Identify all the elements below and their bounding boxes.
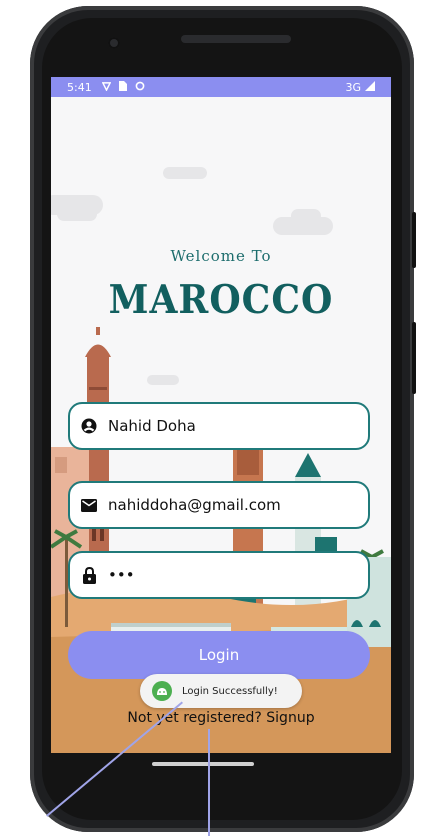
signal-icon: [365, 80, 375, 94]
wifi-icon: [101, 81, 111, 94]
cloud-decoration: [163, 167, 207, 179]
email-input[interactable]: [108, 496, 348, 514]
name-input[interactable]: [108, 417, 348, 435]
lock-icon: [80, 566, 98, 584]
account-circle-icon: [80, 417, 98, 435]
password-field[interactable]: [68, 551, 370, 599]
front-camera: [108, 37, 120, 49]
volume-button: [412, 212, 416, 268]
earpiece-speaker: [181, 35, 291, 43]
name-field[interactable]: [68, 402, 370, 450]
email-field[interactable]: [68, 481, 370, 529]
power-button: [412, 322, 416, 394]
login-button[interactable]: Login: [68, 631, 370, 679]
status-bar: 5:41 3G: [51, 77, 391, 97]
nav-bar: [51, 753, 391, 793]
status-time: 5:41: [67, 80, 92, 94]
network-type: 3G: [345, 80, 361, 94]
login-toast: Login Successfully!: [140, 674, 302, 708]
password-input[interactable]: [108, 566, 348, 584]
signup-link[interactable]: Not yet registered? Signup: [51, 710, 391, 726]
home-gesture-bar[interactable]: [152, 762, 254, 766]
mail-icon: [80, 496, 98, 514]
android-icon: [152, 681, 172, 701]
app-screen: 5:41 3G Welcome To MAROCCO Nahid Doha na…: [51, 77, 391, 753]
data-saver-icon: [135, 81, 145, 94]
brand-title: MAROCCO: [108, 276, 334, 324]
cloud-decoration: [57, 207, 97, 221]
sim-card-icon: [118, 80, 127, 94]
welcome-heading: Welcome To: [170, 247, 272, 265]
toast-message: Login Successfully!: [182, 685, 278, 697]
cloud-decoration: [291, 209, 321, 223]
annotation-line: [208, 729, 210, 836]
